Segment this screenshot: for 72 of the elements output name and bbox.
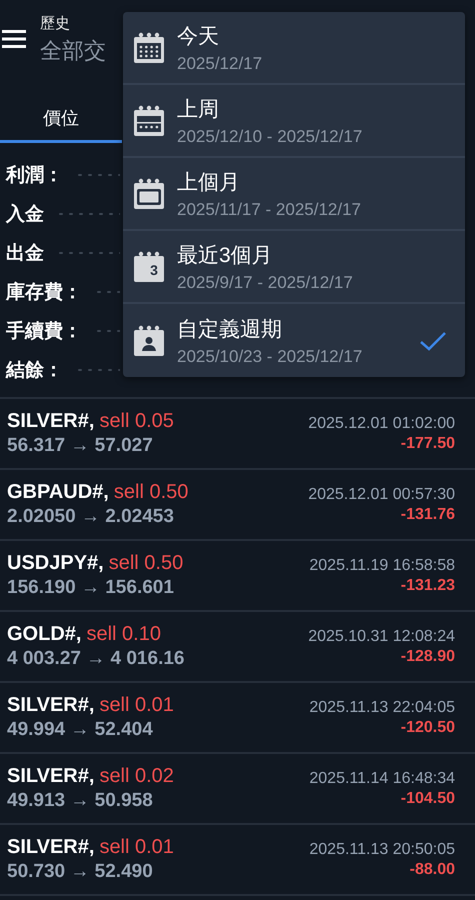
trade-time: 2025.12.01 01:02:00: [308, 414, 455, 432]
period-option[interactable]: 3 最近3個月 2025/9/17 - 2025/12/17: [123, 231, 465, 304]
period-range: 2025/12/17: [177, 54, 264, 74]
leader-line: [58, 212, 120, 216]
trade-profit: -120.50: [400, 718, 455, 736]
trade-side: sell 0.50: [108, 552, 184, 575]
trade-prices: 49.913 → 50.958: [7, 790, 154, 812]
trade-profit: -177.50: [400, 434, 455, 452]
trade-symbol: SILVER#,: [7, 765, 94, 788]
trade-side: sell 0.50: [114, 481, 188, 504]
period-label: 最近3個月: [177, 242, 274, 268]
trade-side: sell 0.10: [86, 623, 161, 646]
trade-side: sell 0.01: [99, 836, 174, 859]
trade-symbol: SILVER#,: [7, 694, 94, 717]
leader-line: [77, 368, 120, 372]
trade-symbol: SILVER#,: [7, 836, 94, 859]
period-label: 上個月: [177, 170, 241, 196]
calendar-icon: [133, 178, 165, 210]
trade-symbol: SILVER#,: [7, 410, 94, 433]
trade-prices: 56.317 → 57.027: [7, 435, 154, 457]
trade-symbol: GBPAUD#,: [7, 481, 109, 504]
period-range: 2025/10/23 - 2025/12/17: [177, 346, 364, 366]
trade-time: 2025.11.13 22:04:05: [309, 698, 455, 716]
trade-prices: 156.190 → 156.601: [7, 577, 175, 599]
trade-profit: -88.00: [410, 860, 455, 878]
trade-profit: -128.90: [400, 648, 455, 666]
trade-time: 2025.10.31 12:08:24: [308, 628, 455, 646]
period-option[interactable]: 自定義週期 2025/10/23 - 2025/12/17: [123, 304, 465, 377]
trade-side: sell 0.02: [99, 765, 174, 788]
trade-prices: 4 003.27 → 4 016.16: [7, 648, 184, 670]
period-range: 2025/11/17 - 2025/12/17: [177, 200, 362, 220]
checkmark-icon: [419, 330, 447, 350]
leader-line: [77, 172, 120, 176]
trade-symbol: GOLD#,: [7, 623, 82, 646]
trade-side: sell 0.05: [99, 410, 174, 433]
summary-label: 入金: [6, 202, 44, 226]
period-range: 2025/12/10 - 2025/12/17: [177, 126, 364, 146]
trade-time: 2025.11.13 20:50:05: [309, 840, 455, 858]
trade-profit: -131.76: [400, 506, 455, 524]
summary-label: 結餘：: [6, 358, 63, 382]
calendar-icon: [133, 324, 165, 356]
trade-time: 2025.11.19 16:58:58: [309, 556, 455, 574]
trade-time: 2025.11.14 16:48:34: [309, 770, 455, 788]
menu-icon[interactable]: [2, 30, 26, 48]
trade-prices: 50.730 → 52.490: [7, 861, 154, 883]
period-option[interactable]: 上個月 2025/11/17 - 2025/12/17: [123, 158, 465, 231]
trade-prices: 49.994 → 52.404: [7, 719, 154, 741]
trade-prices: 2.02050 → 2.02453: [7, 506, 175, 528]
trade-profit: -131.23: [400, 576, 455, 594]
trade-side: sell 0.01: [99, 694, 174, 717]
calendar-day-number: 3: [149, 262, 159, 278]
summary-label: 利潤：: [6, 164, 63, 188]
trade-time: 2025.12.01 00:57:30: [308, 486, 455, 504]
period-label: 自定義週期: [177, 316, 283, 342]
period-range: 2025/9/17 - 2025/12/17: [177, 272, 354, 292]
summary-label: 出金: [6, 242, 44, 266]
calendar-icon: [133, 32, 165, 64]
page-title: 歷史: [40, 14, 71, 33]
filter-subtitle[interactable]: 全部交: [40, 36, 106, 66]
trade-symbol: USDJPY#,: [7, 552, 104, 575]
period-label: 今天: [177, 24, 220, 50]
trade-profit: -104.50: [400, 790, 455, 808]
calendar-icon: [133, 104, 165, 136]
calendar-icon: [133, 250, 165, 282]
summary-label: 手續費：: [6, 320, 82, 344]
period-label: 上周: [177, 96, 220, 122]
period-option[interactable]: 今天 2025/12/17: [123, 12, 465, 85]
leader-line: [96, 328, 120, 332]
leader-line: [58, 250, 120, 254]
period-option[interactable]: 上周 2025/12/10 - 2025/12/17: [123, 85, 465, 158]
leader-line: [96, 290, 120, 294]
summary-label: 庫存費：: [6, 280, 82, 304]
